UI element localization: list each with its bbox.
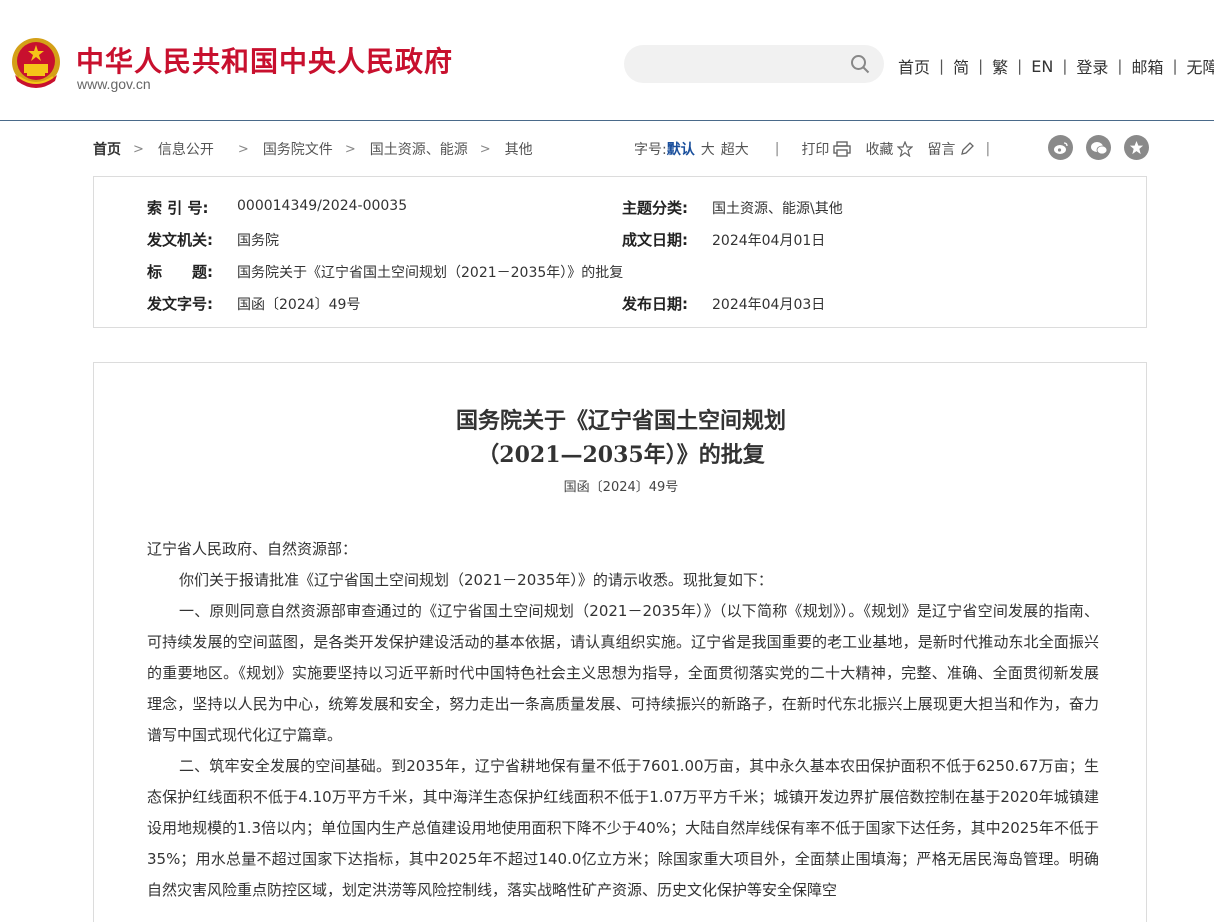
chevron-right-icon: > — [133, 141, 144, 157]
document-title-line-2: （2021—2035年）》的批复 — [477, 442, 765, 468]
favorite-button[interactable]: 收藏 — [865, 139, 893, 159]
nav-traditional[interactable]: 繁 — [992, 54, 1008, 78]
pencil-icon[interactable] — [959, 141, 975, 157]
font-size-xlarge[interactable]: 超大 — [721, 139, 749, 159]
nav-accessibility[interactable]: 无障 — [1187, 54, 1214, 78]
tools-separator: | — [774, 141, 780, 157]
doc-number-label: 发文字号: — [147, 295, 213, 313]
nav-english[interactable]: EN — [1031, 57, 1053, 76]
issuer-label: 发文机关: — [147, 231, 213, 249]
document-title-line-1: 国务院关于《辽宁省国土空间规划 — [455, 408, 786, 434]
tools-separator: | — [985, 141, 991, 157]
font-size-label: 字号: — [634, 142, 667, 158]
breadcrumb-info-public[interactable]: 信息公开 — [158, 139, 214, 159]
article-tools: 字号: 默认 大 超大 | 打印 收藏 留言 | — [634, 138, 990, 160]
chevron-right-icon: > — [479, 141, 491, 157]
star-share-icon[interactable] — [1124, 135, 1149, 160]
paragraph: 你们关于报请批准《辽宁省国土空间规划（2021－2035年）》的请示收悉。现批复… — [179, 571, 773, 589]
site-url[interactable]: www.gov.cn — [77, 76, 151, 92]
document-body: 国务院关于《辽宁省国土空间规划 （2021—2035年）》的批复 国函〔2024… — [93, 362, 1147, 922]
breadcrumb: 首页 > 信息公开 > 国务院文件 > 国土资源、能源 > 其他 — [93, 138, 533, 160]
paragraph: 一、原则同意自然资源部审查通过的《辽宁省国土空间规划（2021－2035年）》（… — [147, 602, 1099, 744]
doc-number-value: 国函〔2024〕49号 — [237, 297, 361, 313]
site-header: 中华人民共和国中央人民政府 www.gov.cn 首页 | 简 | 繁 | EN… — [0, 0, 1214, 120]
paragraph: 二、筑牢安全发展的空间基础。到2035年，辽宁省耕地保有量不低于7601.00万… — [147, 757, 1099, 899]
created-date-label: 成文日期: — [622, 231, 688, 249]
font-size-large[interactable]: 大 — [701, 139, 715, 159]
nav-separator: | — [1117, 57, 1123, 75]
nav-login[interactable]: 登录 — [1076, 54, 1108, 78]
nav-separator: | — [1017, 57, 1023, 75]
weibo-icon[interactable] — [1048, 135, 1073, 160]
category-value: 国土资源、能源\其他 — [712, 201, 843, 217]
header-divider — [0, 120, 1214, 121]
top-nav: 首页 | 简 | 繁 | EN | 登录 | 邮箱 | 无障 — [898, 54, 1214, 78]
printer-icon[interactable] — [833, 141, 852, 157]
font-size-default[interactable]: 默认 — [667, 139, 695, 159]
published-date-label: 发布日期: — [622, 295, 688, 313]
created-date-value: 2024年04月01日 — [712, 233, 826, 249]
category-label: 主题分类: — [622, 199, 688, 217]
star-icon[interactable] — [897, 141, 914, 157]
breadcrumb-land-energy[interactable]: 国土资源、能源 — [370, 139, 468, 159]
nav-simplified[interactable]: 简 — [953, 54, 969, 78]
site-title[interactable]: 中华人民共和国中央人民政府 — [76, 40, 453, 80]
search-icon[interactable] — [850, 54, 870, 74]
nav-separator: | — [1172, 57, 1178, 75]
index-label: 索 引 号: — [147, 199, 209, 217]
nav-separator: | — [1062, 57, 1068, 75]
published-date-value: 2024年04月03日 — [712, 297, 826, 313]
nav-mail[interactable]: 邮箱 — [1131, 54, 1163, 78]
chevron-right-icon: > — [237, 141, 249, 157]
title-label: 标 题: — [147, 263, 213, 281]
breadcrumb-other[interactable]: 其他 — [505, 139, 533, 159]
chevron-right-icon: > — [344, 141, 356, 157]
comment-button[interactable]: 留言 — [927, 139, 955, 159]
document-metadata: 索 引 号: 000014349/2024-00035 主题分类: 国土资源、能… — [93, 176, 1147, 328]
nav-separator: | — [939, 57, 945, 75]
print-button[interactable]: 打印 — [801, 139, 829, 159]
salutation: 辽宁省人民政府、自然资源部： — [147, 540, 358, 558]
breadcrumb-state-council-docs[interactable]: 国务院文件 — [263, 139, 333, 159]
wechat-icon[interactable] — [1086, 135, 1111, 160]
national-emblem-icon[interactable] — [11, 37, 61, 89]
title-value: 国务院关于《辽宁省国土空间规划（2021－2035年）》的批复 — [237, 265, 624, 281]
document-number: 国函〔2024〕49号 — [563, 480, 679, 495]
index-value: 000014349/2024-00035 — [237, 198, 408, 214]
issuer-value: 国务院 — [237, 233, 279, 249]
search-input[interactable] — [624, 45, 884, 83]
nav-home[interactable]: 首页 — [898, 54, 930, 78]
nav-separator: | — [978, 57, 984, 75]
breadcrumb-home[interactable]: 首页 — [93, 139, 121, 159]
